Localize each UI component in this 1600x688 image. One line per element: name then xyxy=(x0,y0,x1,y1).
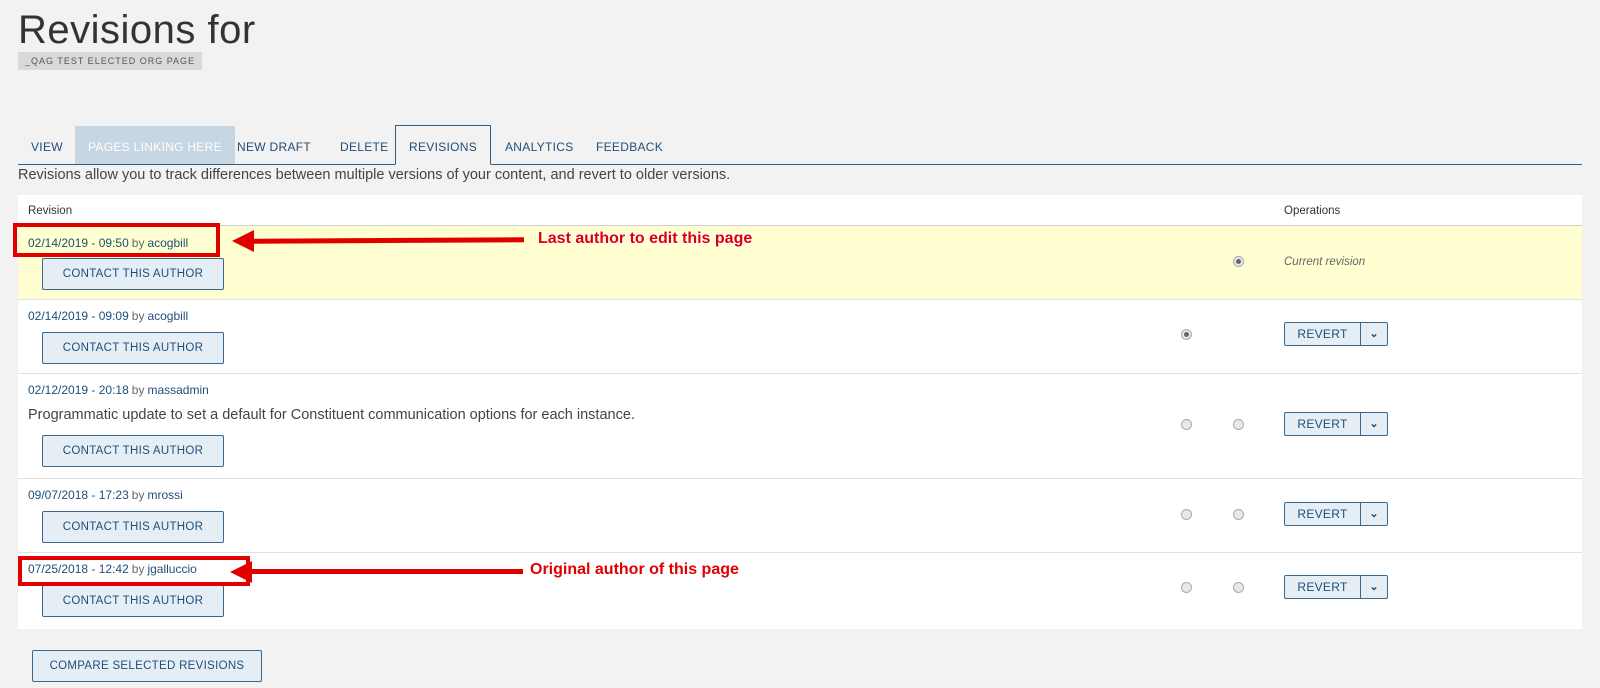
compare-radio-right[interactable] xyxy=(1233,256,1244,267)
revert-button[interactable]: REVERT xyxy=(1285,576,1361,598)
contact-author-button[interactable]: CONTACT THIS AUTHOR xyxy=(42,585,224,617)
compare-radio-right[interactable] xyxy=(1233,509,1244,520)
revision-date-link[interactable]: 02/12/2019 - 20:18 xyxy=(28,383,129,397)
compare-radio-right[interactable] xyxy=(1233,582,1244,593)
annotation-original-author: Original author of this page xyxy=(530,561,739,578)
by-label: by xyxy=(131,383,145,397)
by-label: by xyxy=(131,488,145,502)
revert-button[interactable]: REVERT xyxy=(1285,503,1361,525)
chevron-down-icon[interactable]: ⌄ xyxy=(1361,576,1387,598)
page-name-tag: _QAG TEST ELECTED ORG PAGE xyxy=(18,52,203,70)
table-row: 07/25/2018 - 12:42 by jgalluccio CONTACT T… xyxy=(18,553,1582,629)
tab-revisions[interactable]: REVISIONS xyxy=(395,125,492,165)
table-row: 02/12/2019 - 20:18 by massadmin Programmat… xyxy=(18,374,1582,479)
revert-dropbutton: REVERT ⌄ xyxy=(1284,502,1388,526)
annotation-highlight-box xyxy=(13,223,220,257)
by-label: by xyxy=(131,309,145,323)
contact-author-button[interactable]: CONTACT THIS AUTHOR xyxy=(42,332,224,364)
tab-new-draft[interactable]: NEW DRAFT xyxy=(224,126,324,164)
revert-button[interactable]: REVERT xyxy=(1285,323,1361,345)
revision-date-link[interactable]: 02/14/2019 - 09:09 xyxy=(28,309,129,323)
revision-date-link[interactable]: 09/07/2018 - 17:23 xyxy=(28,488,129,502)
revisions-table: Revision Operations 02/14/2019 - 09:50 by… xyxy=(18,195,1582,629)
column-header-revision: Revision xyxy=(28,205,73,217)
tab-pages-linking-here[interactable]: PAGES LINKING HERE xyxy=(75,126,235,164)
compare-radio-right[interactable] xyxy=(1233,419,1244,430)
compare-selected-revisions-button[interactable]: COMPARE SELECTED REVISIONS xyxy=(32,650,262,682)
contact-author-button[interactable]: CONTACT THIS AUTHOR xyxy=(42,511,224,543)
compare-radio-left[interactable] xyxy=(1181,509,1192,520)
revert-dropbutton: REVERT ⌄ xyxy=(1284,322,1388,346)
revision-meta: 02/14/2019 - 09:09 by acogbill xyxy=(28,309,188,323)
current-revision-label: Current revision xyxy=(1284,256,1366,268)
tab-view[interactable]: VIEW xyxy=(18,126,76,164)
compare-radio-left[interactable] xyxy=(1181,329,1192,340)
chevron-down-icon[interactable]: ⌄ xyxy=(1361,413,1387,435)
revert-dropbutton: REVERT ⌄ xyxy=(1284,575,1388,599)
tab-delete[interactable]: DELETE xyxy=(327,126,401,164)
tab-feedback[interactable]: FEEDBACK xyxy=(583,126,676,164)
chevron-down-icon[interactable]: ⌄ xyxy=(1361,503,1387,525)
revision-meta: 02/12/2019 - 20:18 by massadmin xyxy=(28,383,209,397)
arrow-left-icon xyxy=(230,561,252,583)
author-link[interactable]: mrossi xyxy=(147,488,182,502)
compare-radio-left[interactable] xyxy=(1181,582,1192,593)
contact-author-button[interactable]: CONTACT THIS AUTHOR xyxy=(42,258,224,290)
annotation-last-author: Last author to edit this page xyxy=(538,230,753,247)
table-row: 02/14/2019 - 09:09 by acogbill CONTACT THI… xyxy=(18,300,1582,374)
chevron-down-icon[interactable]: ⌄ xyxy=(1361,323,1387,345)
revert-button[interactable]: REVERT xyxy=(1285,413,1361,435)
revision-meta: 09/07/2018 - 17:23 by mrossi xyxy=(28,488,183,502)
table-row: 09/07/2018 - 17:23 by mrossi CONTACT THIS … xyxy=(18,479,1582,553)
revert-dropbutton: REVERT ⌄ xyxy=(1284,412,1388,436)
page-title: Revisions for xyxy=(18,8,256,52)
author-link[interactable]: massadmin xyxy=(147,383,208,397)
arrow-left-icon xyxy=(232,230,254,252)
revision-log-message: Programmatic update to set a default for… xyxy=(28,407,635,423)
column-header-operations: Operations xyxy=(1284,205,1341,217)
tab-bar: VIEW PAGES LINKING HERE NEW DRAFT DELETE… xyxy=(18,125,1582,165)
contact-author-button[interactable]: CONTACT THIS AUTHOR xyxy=(42,435,224,467)
revisions-intro: Revisions allow you to track differences… xyxy=(18,167,731,183)
author-link[interactable]: acogbill xyxy=(147,309,188,323)
annotation-arrow-line xyxy=(250,569,523,574)
compare-radio-left[interactable] xyxy=(1181,419,1192,430)
annotation-highlight-box xyxy=(18,556,250,586)
tab-analytics[interactable]: ANALYTICS xyxy=(492,126,587,164)
